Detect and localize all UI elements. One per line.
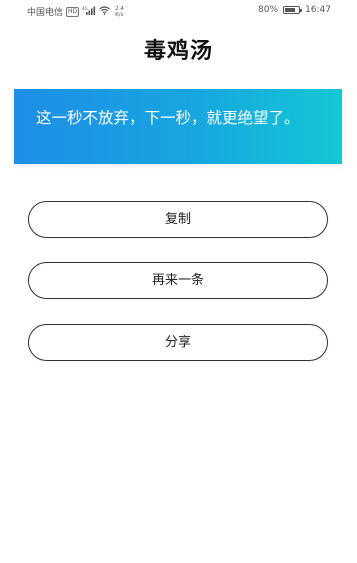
wifi-icon: [99, 5, 110, 18]
battery-level-fill: [285, 8, 296, 12]
quote-text: 这一秒不放弃，下一秒，就更绝望了。: [36, 109, 300, 127]
battery-icon: [283, 6, 303, 14]
network-speed: 2.4 K/s: [115, 6, 124, 18]
clock-time: 16:47: [305, 5, 331, 15]
hd-badge: HD: [66, 6, 80, 17]
carrier-name: 中国电信: [27, 8, 64, 18]
page-title: 毒鸡汤: [143, 39, 213, 64]
share-button[interactable]: 分享: [28, 324, 328, 361]
network-speed-unit: K/s: [115, 11, 124, 18]
status-bar-left: 中国电信 HD 4G 2.4 K/s: [27, 5, 124, 19]
copy-button[interactable]: 复制: [28, 201, 328, 238]
status-bar-right: 80% 16:47: [258, 5, 331, 15]
status-bar: 中国电信 HD 4G 2.4 K/s 80% 16:47: [0, 0, 357, 22]
svg-text:4G: 4G: [82, 6, 88, 11]
signal-icon: 4G: [82, 6, 96, 18]
next-quote-button[interactable]: 再来一条: [28, 262, 328, 299]
quote-card: 这一秒不放弃，下一秒，就更绝望了。: [14, 89, 342, 164]
battery-percent: 80%: [258, 5, 279, 15]
